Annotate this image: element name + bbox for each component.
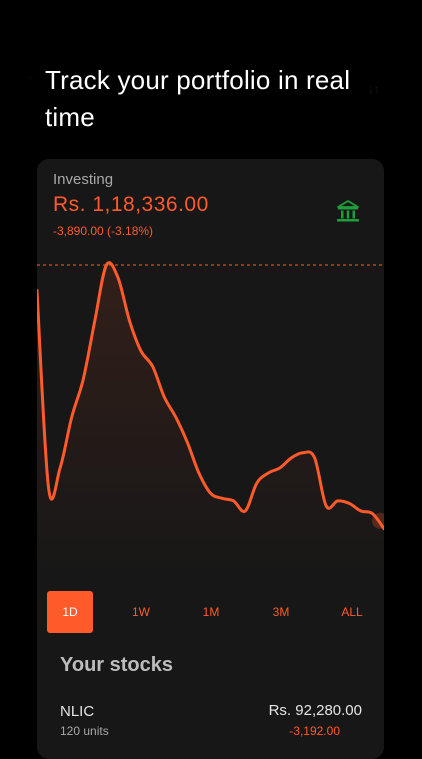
portfolio-value: Rs. 1,18,336.00 [53,193,209,216]
range-1w-button[interactable]: 1W [118,591,164,633]
range-all-button[interactable]: ALL [329,591,375,633]
headline: Track your portfolio in real time [45,65,351,132]
range-3m-button[interactable]: 3M [258,591,304,633]
time-range-selector: 1D 1W 1M 3M ALL [37,591,384,633]
portfolio-label: Investing [53,171,114,188]
range-1m-button[interactable]: 1M [188,591,234,633]
status-glyph: ↓↑ [368,82,380,96]
portfolio-chart[interactable] [37,254,384,579]
chart-area [37,262,384,579]
stock-units: 120 units [60,724,109,738]
status-dot: · [28,70,32,84]
stock-change: -3,192.00 [289,724,340,738]
stock-value: Rs. 92,280.00 [268,702,362,719]
bank-icon[interactable] [335,198,361,224]
range-1d-button[interactable]: 1D [47,591,93,633]
stock-row[interactable]: NLIC 120 units Rs. 92,280.00 -3,192.00 [37,699,384,749]
stocks-section-title: Your stocks [60,654,173,676]
stock-symbol: NLIC [60,703,95,720]
portfolio-change: -3,890.00 (-3.18%) [53,224,154,238]
portfolio-card: Investing Rs. 1,18,336.00 -3,890.00 (-3.… [37,159,384,759]
